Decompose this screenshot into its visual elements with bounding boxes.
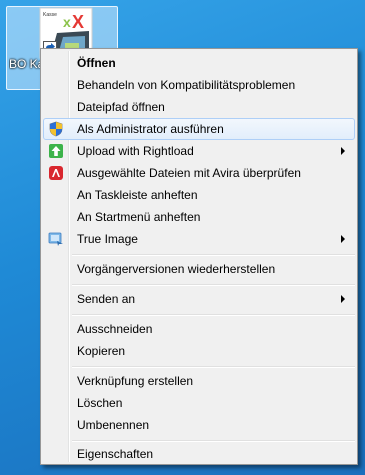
menu-item-label: Upload with Rightload xyxy=(77,144,194,158)
context-menu: Öffnen Behandeln von Kompatibilitätsprob… xyxy=(40,48,358,465)
menu-item-label: Eigenschaften xyxy=(77,447,154,461)
menu-item-true-image[interactable]: True Image xyxy=(43,228,355,250)
menu-item-oeffnen[interactable]: Öffnen xyxy=(43,52,355,74)
menu-item-label: Senden an xyxy=(77,292,136,306)
menu-separator xyxy=(72,440,355,442)
menu-item-vorgaengerversionen[interactable]: Vorgängerversionen wiederherstellen xyxy=(43,258,355,280)
menu-item-label: An Startmenü anheften xyxy=(77,210,201,224)
menu-item-verknuepfung-erstellen[interactable]: Verknüpfung erstellen xyxy=(43,370,355,392)
green-upload-arrow-icon xyxy=(49,144,63,158)
menu-item-rightload[interactable]: Upload with Rightload xyxy=(43,140,355,162)
menu-item-startmenue-anheften[interactable]: An Startmenü anheften xyxy=(43,206,355,228)
menu-item-kompatibilitaet[interactable]: Behandeln von Kompatibilitätsproblemen xyxy=(43,74,355,96)
svg-text:X: X xyxy=(72,12,84,32)
menu-item-label: Verknüpfung erstellen xyxy=(77,374,194,388)
menu-item-taskleiste-anheften[interactable]: An Taskleiste anheften xyxy=(43,184,355,206)
avira-umbrella-icon xyxy=(49,166,63,180)
menu-item-label: Öffnen xyxy=(77,56,116,70)
menu-item-label: Vorgängerversionen wiederherstellen xyxy=(77,262,276,276)
menu-separator xyxy=(72,254,355,256)
menu-item-avira[interactable]: Ausgewählte Dateien mit Avira überprüfen xyxy=(43,162,355,184)
icon-logo-text: Kasse xyxy=(43,12,57,18)
menu-item-loeschen[interactable]: Löschen xyxy=(43,392,355,414)
menu-separator xyxy=(72,314,355,316)
menu-item-label: Als Administrator ausführen xyxy=(77,122,224,136)
true-image-icon xyxy=(48,232,63,246)
menu-item-label: Kopieren xyxy=(77,344,126,358)
menu-item-eigenschaften[interactable]: Eigenschaften xyxy=(43,443,355,465)
menu-separator xyxy=(72,284,355,286)
submenu-arrow-icon xyxy=(341,147,345,155)
menu-item-umbenennen[interactable]: Umbenennen xyxy=(43,414,355,436)
menu-item-label: Umbenennen xyxy=(77,418,150,432)
menu-item-als-administrator[interactable]: Als Administrator ausführen xyxy=(43,118,355,140)
menu-item-senden-an[interactable]: Senden an xyxy=(43,288,355,310)
menu-item-label: Dateipfad öffnen xyxy=(77,100,165,114)
svg-text:x: x xyxy=(63,14,71,30)
menu-item-label: Löschen xyxy=(77,396,123,410)
submenu-arrow-icon xyxy=(341,235,345,243)
menu-item-label: Behandeln von Kompatibilitätsproblemen xyxy=(77,78,296,92)
menu-item-label: Ausschneiden xyxy=(77,322,153,336)
submenu-arrow-icon xyxy=(341,295,345,303)
menu-item-label: True Image xyxy=(77,232,138,246)
menu-separator xyxy=(72,366,355,368)
uac-shield-icon xyxy=(49,121,63,137)
menu-item-ausschneiden[interactable]: Ausschneiden xyxy=(43,318,355,340)
menu-item-dateipfad-oeffnen[interactable]: Dateipfad öffnen xyxy=(43,96,355,118)
menu-item-label: Ausgewählte Dateien mit Avira überprüfen xyxy=(77,166,301,180)
menu-item-label: An Taskleiste anheften xyxy=(77,188,198,202)
menu-item-kopieren[interactable]: Kopieren xyxy=(43,340,355,362)
